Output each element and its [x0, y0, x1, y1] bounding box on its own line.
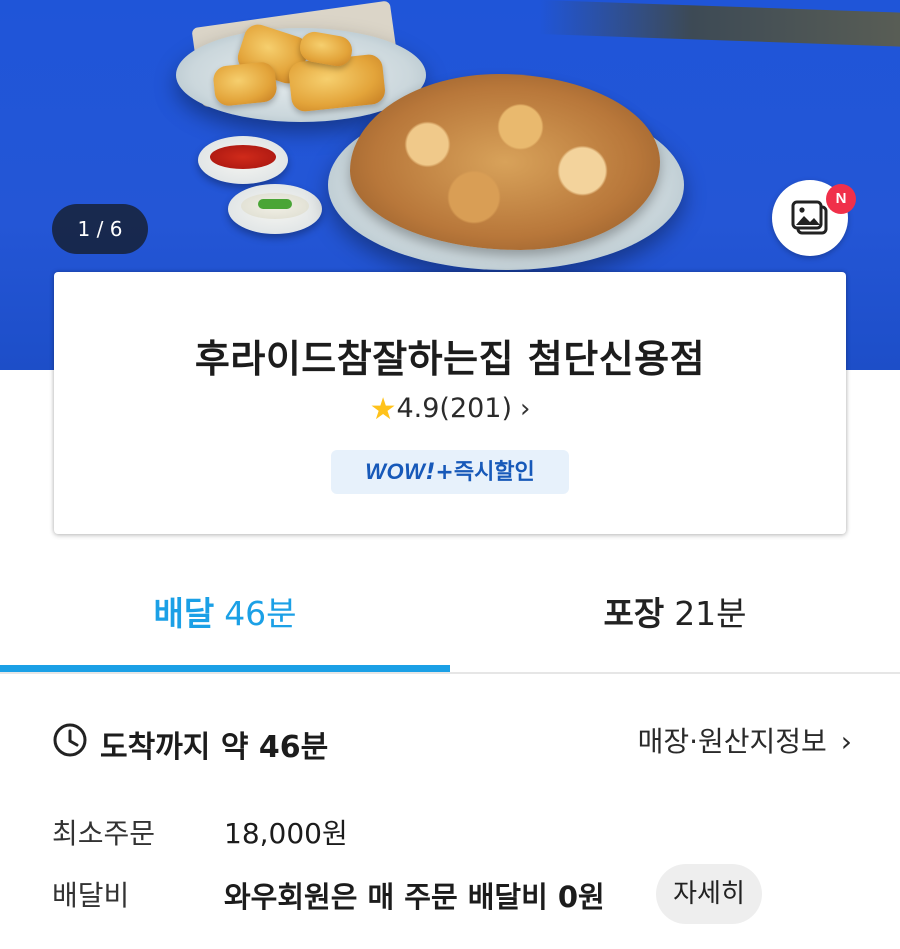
- tab-delivery-label: 배달: [153, 594, 215, 633]
- tab-delivery-time: 46분: [224, 594, 297, 633]
- review-count: (201): [439, 393, 513, 424]
- photo-gallery-icon: [791, 200, 828, 235]
- chevron-right-icon: ›: [840, 725, 852, 758]
- hero-background-band: [540, 0, 900, 48]
- clock-icon: [53, 723, 87, 757]
- tab-pickup-time: 21분: [674, 594, 747, 633]
- hero-fried-chicken: [350, 74, 660, 250]
- store-name: 후라이드참잘하는집 첨단신용점: [194, 337, 706, 381]
- hero-sauce-white: [228, 184, 322, 234]
- wow-logo-text: WOW: [365, 459, 426, 484]
- tab-pickup[interactable]: 포장 21분: [450, 540, 900, 670]
- min-order-value: 18,000원: [224, 817, 348, 850]
- wow-logo-bang: !: [425, 460, 436, 485]
- store-info-card: 후라이드참잘하는집 첨단신용점 ★4.9(201) › WOW!+즉시할인: [54, 272, 846, 534]
- eta-text: 도착까지 약 46분: [100, 730, 329, 765]
- eta-row: 도착까지 약 46분 매장·원산지정보 ›: [52, 712, 852, 768]
- store-origin-info-label: 매장·원산지정보: [637, 725, 827, 758]
- tab-delivery[interactable]: 배달 46분: [0, 540, 450, 670]
- tab-pickup-label: 포장: [603, 594, 665, 633]
- new-photo-badge: N: [826, 184, 856, 214]
- delivery-pickup-tabs: 배달 46분 포장 21분: [0, 540, 900, 674]
- hero-sauce-red: [198, 136, 288, 184]
- delivery-fee-value: 와우회원은 매 주문 배달비 0원: [224, 880, 605, 914]
- min-order-label: 최소주문: [52, 817, 156, 850]
- rating-value: 4.9: [396, 393, 440, 424]
- badge-text: +즉시할인: [435, 460, 535, 485]
- store-origin-info-link[interactable]: 매장·원산지정보 ›: [638, 720, 852, 760]
- delivery-fee-detail-button[interactable]: 자세히: [656, 864, 762, 924]
- wow-discount-badge: WOW!+즉시할인: [331, 450, 569, 494]
- chevron-right-icon: ›: [520, 394, 531, 424]
- star-icon: ★: [369, 392, 397, 427]
- store-rating-link[interactable]: ★4.9(201) ›: [54, 392, 846, 427]
- hero-croquette: [212, 60, 278, 108]
- image-page-counter: 1 / 6: [52, 204, 148, 254]
- delivery-fee-label: 배달비: [52, 879, 130, 912]
- active-tab-indicator: [0, 665, 450, 672]
